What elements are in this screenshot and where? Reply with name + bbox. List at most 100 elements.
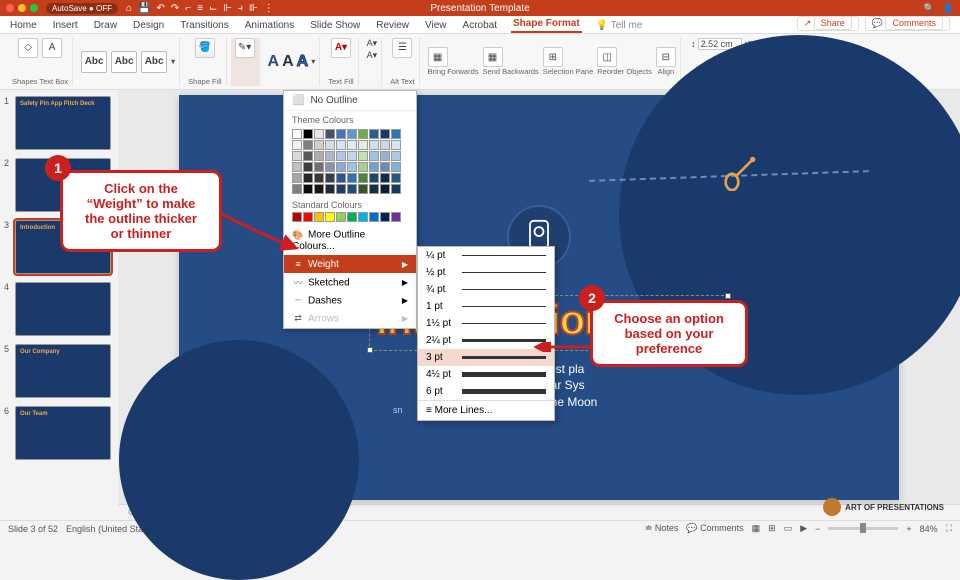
autosave-toggle[interactable]: AutoSave ● OFF bbox=[46, 3, 118, 14]
weight-option[interactable]: 1½ pt bbox=[418, 315, 554, 332]
colour-swatch[interactable] bbox=[358, 212, 368, 222]
more-styles-icon[interactable]: ▾ bbox=[171, 57, 175, 66]
colour-swatch[interactable] bbox=[347, 173, 357, 183]
colour-swatch[interactable] bbox=[325, 140, 335, 150]
tab-review[interactable]: Review bbox=[374, 18, 411, 33]
standard-colour-swatches[interactable] bbox=[284, 212, 416, 226]
align-bottom-icon[interactable]: ⌙ bbox=[209, 3, 217, 14]
normal-view-icon[interactable]: ▦ bbox=[752, 523, 761, 534]
colour-swatch[interactable] bbox=[369, 173, 379, 183]
colour-swatch[interactable] bbox=[325, 162, 335, 172]
colour-swatch[interactable] bbox=[347, 162, 357, 172]
wordart-style-3[interactable]: A bbox=[297, 53, 309, 71]
weight-option[interactable]: ½ pt bbox=[418, 264, 554, 281]
colour-swatch[interactable] bbox=[391, 162, 401, 172]
fit-to-window-icon[interactable]: ⛶ bbox=[946, 523, 952, 534]
shape-outline-group[interactable]: ✎▾ bbox=[231, 38, 260, 86]
home-icon[interactable]: ⌂ bbox=[126, 3, 132, 14]
colour-swatch[interactable] bbox=[391, 184, 401, 194]
zoom-level[interactable]: 84% bbox=[920, 524, 938, 534]
colour-swatch[interactable] bbox=[391, 140, 401, 150]
align-button[interactable]: ⊟ bbox=[656, 47, 676, 67]
tab-animations[interactable]: Animations bbox=[243, 18, 296, 33]
weight-option[interactable]: 1 pt bbox=[418, 298, 554, 315]
colour-swatch[interactable] bbox=[391, 129, 401, 139]
more-outline-colours[interactable]: 🎨More Outline Colours... bbox=[284, 226, 416, 255]
wordart-style-1[interactable]: A bbox=[268, 53, 280, 71]
colour-swatch[interactable] bbox=[325, 151, 335, 161]
weight-submenu[interactable]: ¼ pt½ pt¾ pt1 pt1½ pt2¼ pt3 pt4½ pt6 pt≡… bbox=[417, 246, 555, 421]
colour-swatch[interactable] bbox=[303, 140, 313, 150]
colour-swatch[interactable] bbox=[303, 151, 313, 161]
tab-transitions[interactable]: Transitions bbox=[178, 18, 231, 33]
colour-swatch[interactable] bbox=[303, 212, 313, 222]
tab-design[interactable]: Design bbox=[131, 18, 166, 33]
colour-swatch[interactable] bbox=[314, 151, 324, 161]
textbox-button[interactable]: A bbox=[42, 38, 62, 58]
colour-swatch[interactable] bbox=[369, 140, 379, 150]
shape-style-1[interactable]: Abc bbox=[81, 51, 107, 73]
colour-swatch[interactable] bbox=[358, 173, 368, 183]
reading-view-icon[interactable]: ▭ bbox=[784, 523, 793, 534]
colour-swatch[interactable] bbox=[314, 162, 324, 172]
thumbnail-6[interactable]: 6Our Team bbox=[4, 406, 114, 460]
tab-acrobat[interactable]: Acrobat bbox=[461, 18, 499, 33]
colour-swatch[interactable] bbox=[314, 212, 324, 222]
colour-swatch[interactable] bbox=[325, 212, 335, 222]
colour-swatch[interactable] bbox=[358, 151, 368, 161]
tell-me[interactable]: 💡 Tell me bbox=[594, 18, 645, 33]
maximize-icon[interactable] bbox=[30, 4, 38, 12]
resize-handle[interactable] bbox=[725, 293, 731, 299]
tab-insert[interactable]: Insert bbox=[51, 18, 80, 33]
thumbnail-5[interactable]: 5Our Company bbox=[4, 344, 114, 398]
colour-swatch[interactable] bbox=[369, 129, 379, 139]
align-middle-icon[interactable]: ≡ bbox=[197, 3, 203, 14]
tab-draw[interactable]: Draw bbox=[92, 18, 119, 33]
colour-swatch[interactable] bbox=[336, 184, 346, 194]
bring-forward-button[interactable]: ▦ bbox=[428, 47, 448, 67]
colour-swatch[interactable] bbox=[336, 151, 346, 161]
colour-swatch[interactable] bbox=[347, 212, 357, 222]
colour-swatch[interactable] bbox=[358, 140, 368, 150]
colour-swatch[interactable] bbox=[292, 162, 302, 172]
outline-arrows[interactable]: ⇄Arrows▶ bbox=[284, 310, 416, 328]
colour-swatch[interactable] bbox=[380, 212, 390, 222]
text-effects-button[interactable]: A▾ bbox=[367, 50, 378, 61]
colour-swatch[interactable] bbox=[358, 184, 368, 194]
theme-colour-swatches[interactable] bbox=[284, 127, 416, 196]
colour-swatch[interactable] bbox=[380, 140, 390, 150]
colour-swatch[interactable] bbox=[303, 184, 313, 194]
sorter-view-icon[interactable]: ⊞ bbox=[768, 523, 776, 534]
colour-swatch[interactable] bbox=[380, 173, 390, 183]
colour-swatch[interactable] bbox=[380, 184, 390, 194]
align-center-icon[interactable]: ⫞ bbox=[238, 3, 243, 14]
save-icon[interactable]: 💾 bbox=[138, 3, 150, 14]
comments-button[interactable]: 💬 Comments bbox=[865, 16, 950, 31]
weight-option[interactable]: 6 pt bbox=[418, 383, 554, 400]
shape-style-3[interactable]: Abc bbox=[141, 51, 167, 73]
resize-handle[interactable] bbox=[367, 347, 373, 353]
colour-swatch[interactable] bbox=[369, 162, 379, 172]
colour-swatch[interactable] bbox=[325, 173, 335, 183]
colour-swatch[interactable] bbox=[336, 212, 346, 222]
comments-toggle[interactable]: 💬 Comments bbox=[686, 523, 743, 534]
colour-swatch[interactable] bbox=[358, 129, 368, 139]
colour-swatch[interactable] bbox=[347, 184, 357, 194]
share-button[interactable]: ↗ Share bbox=[797, 16, 859, 31]
colour-swatch[interactable] bbox=[369, 184, 379, 194]
colour-swatch[interactable] bbox=[391, 212, 401, 222]
colour-swatch[interactable] bbox=[292, 173, 302, 183]
colour-swatch[interactable] bbox=[336, 162, 346, 172]
tab-shape-format[interactable]: Shape Format bbox=[511, 16, 582, 33]
colour-swatch[interactable] bbox=[347, 151, 357, 161]
weight-option[interactable]: ¾ pt bbox=[418, 281, 554, 298]
align-top-icon[interactable]: ⌐ bbox=[185, 3, 191, 14]
weight-option[interactable]: ¼ pt bbox=[418, 247, 554, 264]
zoom-out-icon[interactable]: − bbox=[815, 524, 820, 534]
reorder-objects-button[interactable]: ◫ bbox=[597, 47, 617, 67]
wordart-style-2[interactable]: A bbox=[282, 53, 294, 71]
colour-swatch[interactable] bbox=[369, 151, 379, 161]
window-controls[interactable] bbox=[6, 4, 38, 12]
colour-swatch[interactable] bbox=[380, 151, 390, 161]
selection-pane-button[interactable]: ⊞ bbox=[543, 47, 563, 67]
